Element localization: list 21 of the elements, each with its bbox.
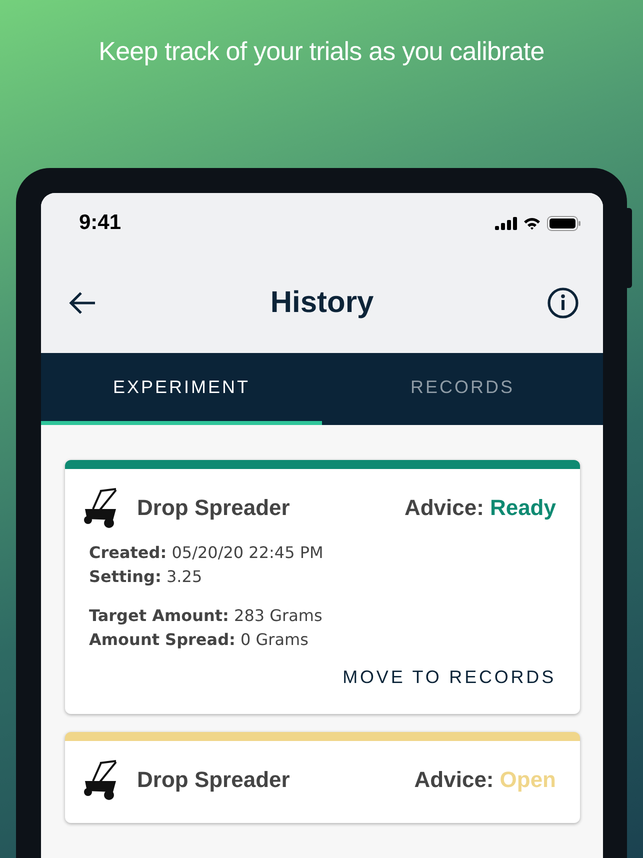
back-arrow-icon[interactable] — [69, 291, 97, 315]
card-title: Drop Spreader — [137, 495, 291, 521]
info-icon[interactable] — [546, 287, 579, 319]
headline: Keep track of your trials as you calibrate — [98, 35, 546, 68]
advice-status: Open — [500, 767, 556, 793]
detail-text: Target Amount: 283 Grams — [89, 606, 324, 625]
battery-icon — [547, 216, 581, 230]
card-title: Drop Spreader — [137, 767, 291, 793]
tab[interactable]: EXPERIMENT — [41, 353, 322, 425]
detail-text: Amount Spread: 0 Grams — [89, 630, 310, 649]
wifi-icon — [523, 216, 541, 230]
tab[interactable]: RECORDS — [322, 353, 603, 425]
status-time: 9:41 — [79, 211, 122, 235]
advice-label: Advice: — [404, 495, 484, 521]
signal-icon — [495, 216, 517, 230]
move-to-records-button[interactable]: MOVE TO RECORDS — [342, 663, 556, 692]
screen-title: History — [270, 286, 374, 320]
detail-text: Created: 05/20/20 22:45 PM — [89, 543, 324, 562]
advice-label: Advice: — [414, 767, 494, 793]
detail-text: Setting: 3.25 — [89, 567, 204, 586]
advice-status: Ready — [490, 495, 556, 521]
